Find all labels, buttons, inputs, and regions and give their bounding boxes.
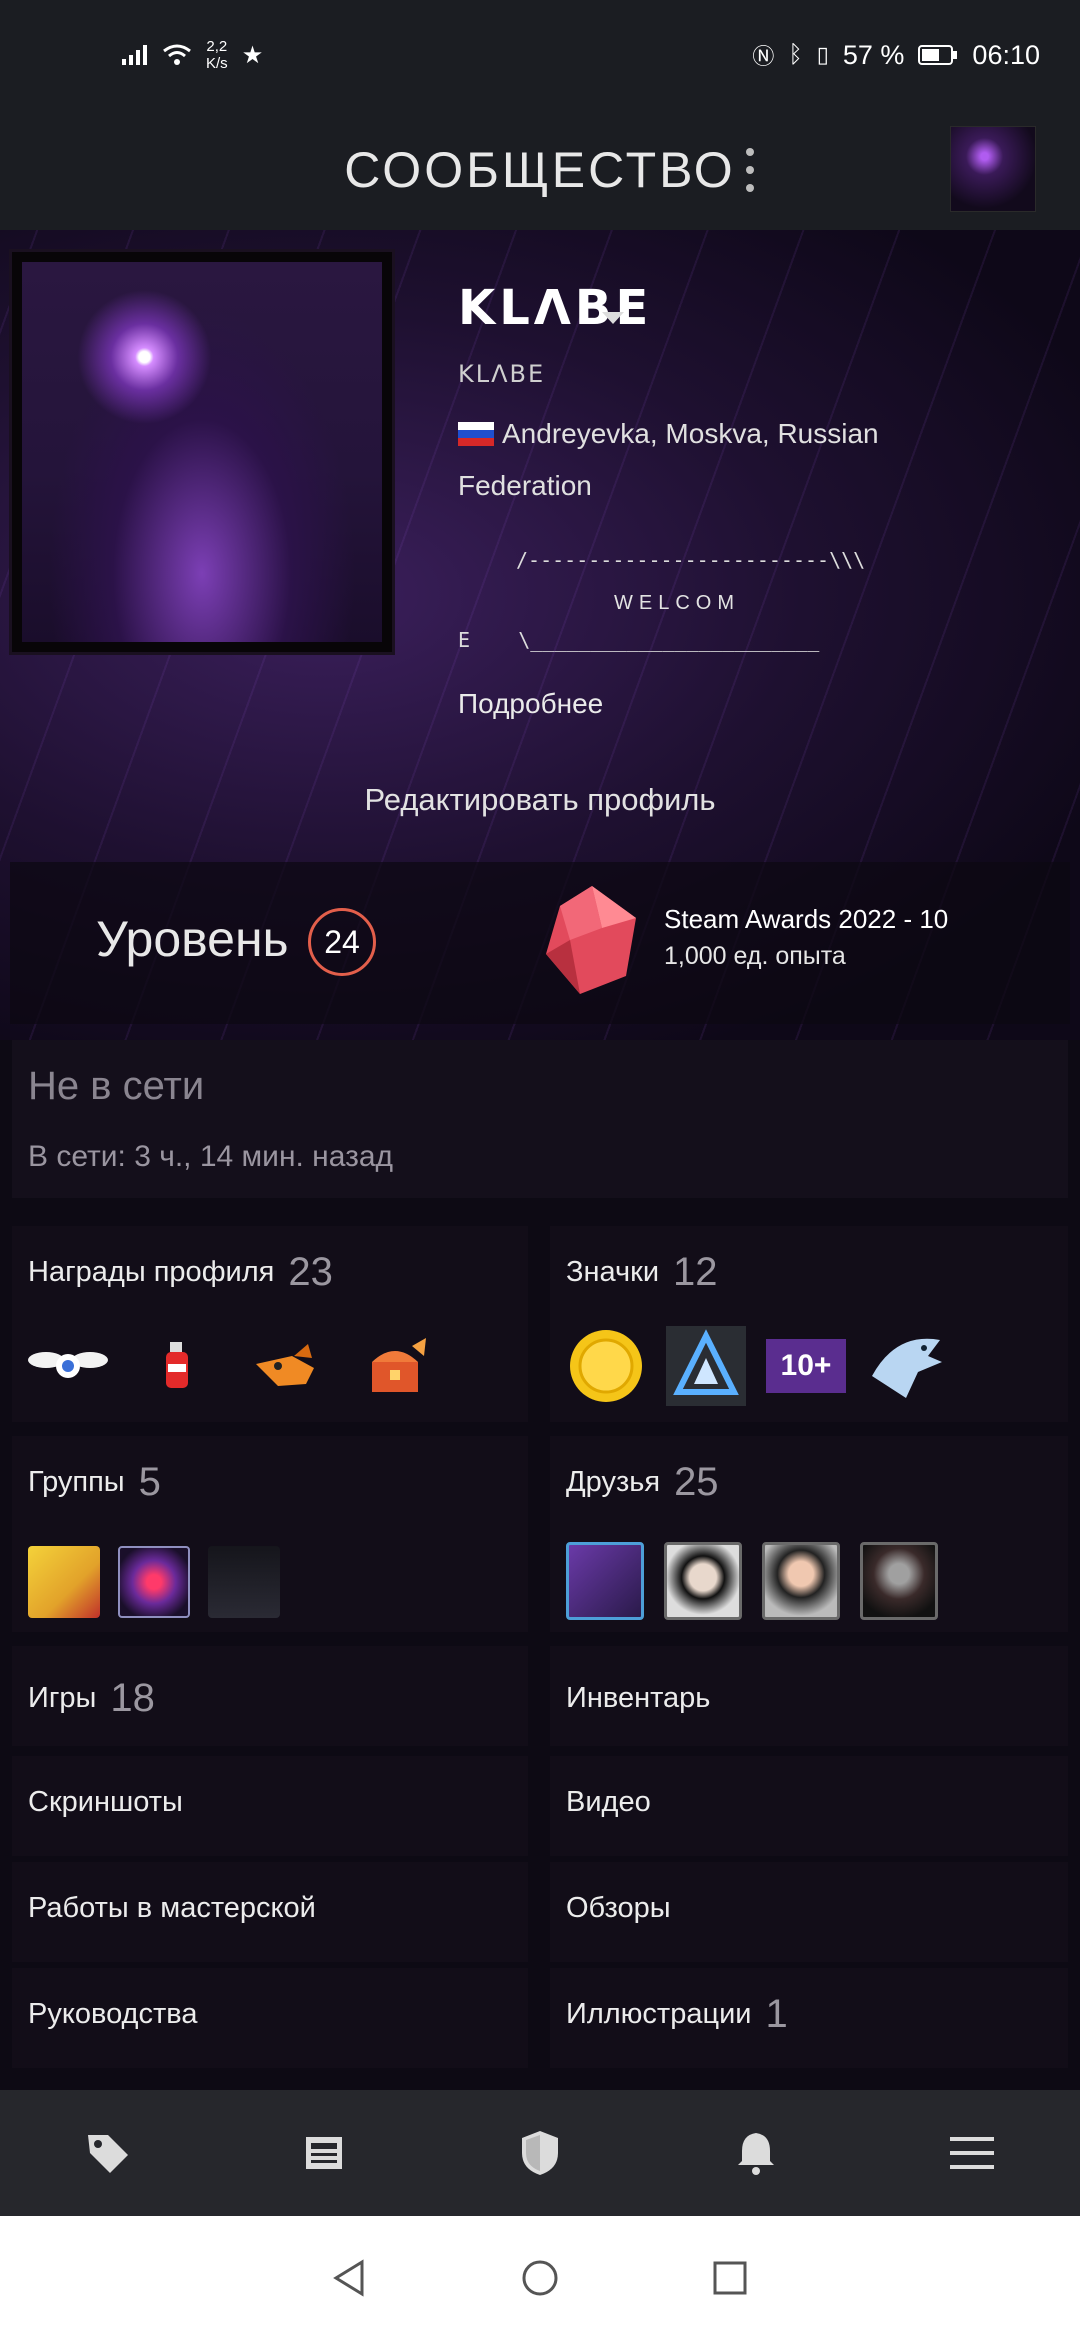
award-gem-icon[interactable] [540,884,644,996]
xp-badge-points: 1,000 ед. опыта [664,942,846,970]
summary-welcome-text: WELCOM [614,592,740,614]
friend-avatar[interactable] [860,1542,938,1620]
vibrate-icon: ▯ [816,42,829,67]
last-online: В сети: 3 ч., 14 мин. назад [28,1140,394,1173]
section-count: 23 [288,1250,333,1294]
gold-coin-icon [570,1330,642,1402]
friend-avatar[interactable] [664,1542,742,1620]
profile-alias: KLΛBE [458,360,546,388]
apex-badge-icon [666,1326,746,1406]
star-icon: ★ [241,41,264,69]
online-status: Не в сети В сети: 3 ч., 14 мин. назад [12,1040,1068,1198]
section-title: Обзоры [566,1892,671,1924]
games-link[interactable]: Игры 18 [12,1646,528,1746]
profile-location: Andreyevka, Moskva, Russian Federation [458,418,879,501]
news-icon[interactable] [294,2123,354,2183]
screenshots-link[interactable]: Скриншоты [12,1756,528,1856]
inventory-link[interactable]: Инвентарь [550,1646,1068,1746]
page-title: СООБЩЕСТВО [344,142,736,198]
wifi-icon [163,44,191,65]
section-title: Игры 18 [28,1676,155,1720]
groups-card[interactable]: Группы 5 [12,1436,528,1632]
profile-rewards-card[interactable]: Награды профиля 23 [12,1226,528,1422]
system-navigation [0,2216,1080,2340]
level-label: Уровень [96,911,289,967]
videos-link[interactable]: Видео [550,1756,1068,1856]
group-avatar[interactable] [28,1546,100,1618]
tag-icon[interactable] [78,2123,138,2183]
section-title: Инвентарь [566,1682,711,1714]
years-badge: 10+ [766,1339,846,1393]
section-title: Работы в мастерской [28,1892,316,1924]
orange-creature-icon [256,1344,314,1386]
spray-can-icon [166,1342,188,1388]
russia-flag-icon [458,422,494,446]
avatar[interactable] [950,126,1036,212]
workshop-link[interactable]: Работы в мастерской [12,1862,528,1962]
summary-ascii-line-2: E \________________________ [458,628,820,652]
section-title: Иллюстрации 1 [566,1992,788,2036]
status-bar: 2,2 K/s ★ Ⓝ ᛒ ▯ 57 % 06:10 [0,0,1080,110]
shield-icon[interactable] [510,2123,570,2183]
group-avatar[interactable] [208,1546,280,1618]
xp-badge-title: Steam Awards 2022 - 10 [664,904,949,934]
section-count: 18 [110,1676,155,1720]
badges-card[interactable]: Значки 12 10+ [550,1226,1068,1422]
section-title: Награды профиля 23 [28,1250,333,1294]
group-avatar[interactable] [118,1546,190,1618]
home-icon[interactable] [520,2258,560,2298]
guides-link[interactable]: Руководства [12,1968,528,2068]
clock: 06:10 [972,39,1040,70]
bottom-navigation [0,2090,1080,2216]
level-badge[interactable]: 24 [308,908,376,976]
app-header: СООБЩЕСТВО [0,110,1080,230]
battery-percent: 57 % [842,39,905,70]
bluetooth-icon: ᛒ [788,41,803,68]
section-title: Видео [566,1786,651,1818]
section-count: 25 [674,1460,719,1504]
friends-card[interactable]: Друзья 25 [550,1436,1068,1632]
profile-username[interactable]: KLΛBE [458,280,652,336]
signal-icon [122,45,147,65]
level-row: Уровень 24 Steam Awards 2022 - 10 1,000 … [10,862,1070,1024]
battery-icon [918,45,958,65]
section-count: 5 [138,1460,161,1504]
artwork-link[interactable]: Иллюстрации 1 [550,1968,1068,2068]
section-count: 12 [673,1250,718,1294]
network-speed: 2,2 K/s [206,38,228,72]
recents-icon[interactable] [710,2258,750,2298]
winged-eye-icon [28,1352,108,1378]
profile-avatar [9,249,395,655]
friend-avatar[interactable] [566,1542,644,1620]
section-title: Скриншоты [28,1786,183,1818]
treasure-chest-icon [372,1338,426,1392]
reviews-link[interactable]: Обзоры [550,1862,1068,1962]
eagle-badge-icon [872,1338,942,1398]
friend-avatar[interactable] [762,1542,840,1620]
edit-profile-button[interactable]: Редактировать профиль [0,782,1080,818]
status-main: Не в сети [28,1064,205,1108]
section-count: 1 [765,1992,788,2036]
section-title: Руководства [28,1998,198,2030]
more-options-icon[interactable] [740,148,760,192]
back-icon[interactable] [330,2258,370,2298]
section-title: Значки 12 [566,1250,718,1294]
menu-icon[interactable] [942,2123,1002,2183]
summary-ascii-line: /-------------------------\\\ [516,548,866,572]
section-title: Друзья 25 [566,1460,719,1504]
bell-icon[interactable] [726,2123,786,2183]
more-link[interactable]: Подробнее [458,688,603,720]
nfc-icon: Ⓝ [752,44,775,69]
section-title: Группы 5 [28,1460,161,1504]
chevron-down-icon[interactable] [602,312,624,324]
